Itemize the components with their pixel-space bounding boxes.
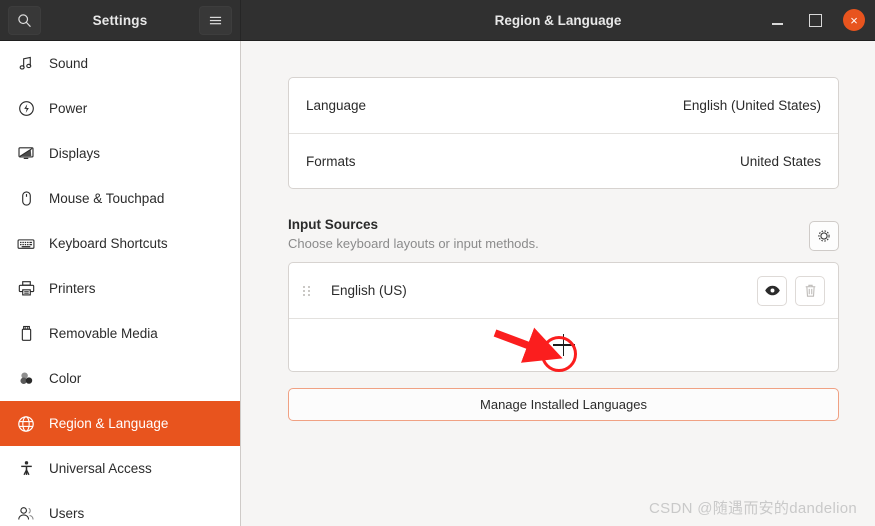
input-source-actions (757, 275, 825, 306)
sidebar: Sound Power Displays Mouse & Touchpad Ke… (0, 41, 241, 526)
hamburger-menu-icon (208, 14, 223, 27)
eye-icon (764, 284, 781, 297)
language-value: English (United States) (682, 98, 821, 113)
main-headerbar: Region & Language × (241, 0, 875, 40)
accessibility-icon (16, 459, 36, 479)
sidebar-item-label: Region & Language (49, 416, 169, 431)
color-icon (16, 369, 36, 389)
sidebar-item-label: Removable Media (49, 326, 158, 341)
sidebar-item-displays[interactable]: Displays (0, 131, 240, 176)
language-label: Language (306, 98, 367, 113)
search-icon (17, 13, 32, 28)
input-sources-titles: Input Sources Choose keyboard layouts or… (288, 217, 539, 251)
printer-icon (16, 279, 36, 299)
keyboard-icon (16, 234, 36, 254)
input-sources-title: Input Sources (288, 217, 379, 232)
maximize-button[interactable] (805, 10, 825, 30)
sidebar-item-users[interactable]: Users (0, 491, 240, 526)
main-content: Language English (United States) Formats… (241, 41, 875, 526)
input-source-name: English (US) (331, 283, 407, 298)
sidebar-nav-list: Sound Power Displays Mouse & Touchpad Ke… (0, 41, 240, 526)
gear-icon (816, 228, 832, 244)
sidebar-item-keyboard-shortcuts[interactable]: Keyboard Shortcuts (0, 221, 240, 266)
input-source-row[interactable]: English (US) (289, 263, 838, 318)
sidebar-item-removable-media[interactable]: Removable Media (0, 311, 240, 356)
mouse-icon (16, 189, 36, 209)
sidebar-item-label: Sound (49, 56, 89, 71)
close-button[interactable]: × (843, 9, 865, 31)
input-sources-card: English (US) (288, 262, 839, 372)
sidebar-item-label: Keyboard Shortcuts (49, 236, 168, 251)
app-title: Settings (92, 12, 148, 28)
input-sources-subtitle: Choose keyboard layouts or input methods… (288, 236, 539, 251)
sound-icon (16, 54, 36, 74)
minimize-button[interactable] (767, 10, 787, 30)
settings-window: Settings Region & Language × Sound Power… (0, 0, 875, 526)
users-icon (16, 504, 36, 524)
sidebar-item-label: Printers (49, 281, 96, 296)
preview-layout-button[interactable] (757, 275, 787, 306)
sidebar-item-label: Power (49, 101, 88, 116)
sidebar-item-color[interactable]: Color (0, 356, 240, 401)
sidebar-item-label: Color (49, 371, 82, 386)
sidebar-item-region-language[interactable]: Region & Language (0, 401, 240, 446)
sidebar-item-label: Universal Access (49, 461, 152, 476)
sidebar-headerbar: Settings (0, 0, 241, 40)
sidebar-item-printers[interactable]: Printers (0, 266, 240, 311)
sidebar-item-sound[interactable]: Sound (0, 41, 240, 86)
sidebar-item-label: Mouse & Touchpad (49, 191, 165, 206)
sidebar-item-mouse-touchpad[interactable]: Mouse & Touchpad (0, 176, 240, 221)
sidebar-scrollbar[interactable] (235, 41, 239, 526)
formats-label: Formats (306, 153, 356, 169)
window-controls: × (767, 9, 865, 31)
displays-icon (16, 144, 36, 164)
plus-icon (552, 334, 575, 356)
titlebar: Settings Region & Language × (0, 0, 875, 41)
input-sources-header: Input Sources Choose keyboard layouts or… (288, 217, 839, 251)
manage-installed-languages-button[interactable]: Manage Installed Languages (288, 388, 839, 421)
power-icon (16, 99, 36, 119)
usb-drive-icon (16, 324, 36, 344)
menu-button[interactable] (199, 5, 232, 35)
language-row[interactable]: Language English (United States) (289, 78, 838, 133)
input-sources-settings-button[interactable] (809, 221, 839, 251)
sidebar-item-label: Users (49, 506, 85, 521)
search-button[interactable] (8, 5, 41, 35)
formats-value: United States (739, 153, 821, 169)
add-input-source-button[interactable] (289, 318, 838, 371)
drag-handle-icon[interactable] (303, 285, 313, 296)
globe-icon (16, 414, 36, 434)
formats-row[interactable]: Formats United States (289, 133, 838, 188)
sidebar-item-label: Displays (49, 146, 101, 161)
window-body: Sound Power Displays Mouse & Touchpad Ke… (0, 41, 875, 526)
sidebar-item-universal-access[interactable]: Universal Access (0, 446, 240, 491)
language-formats-card: Language English (United States) Formats… (288, 77, 839, 189)
remove-source-button[interactable] (795, 275, 825, 306)
trash-icon (803, 283, 818, 299)
sidebar-item-power[interactable]: Power (0, 86, 240, 131)
